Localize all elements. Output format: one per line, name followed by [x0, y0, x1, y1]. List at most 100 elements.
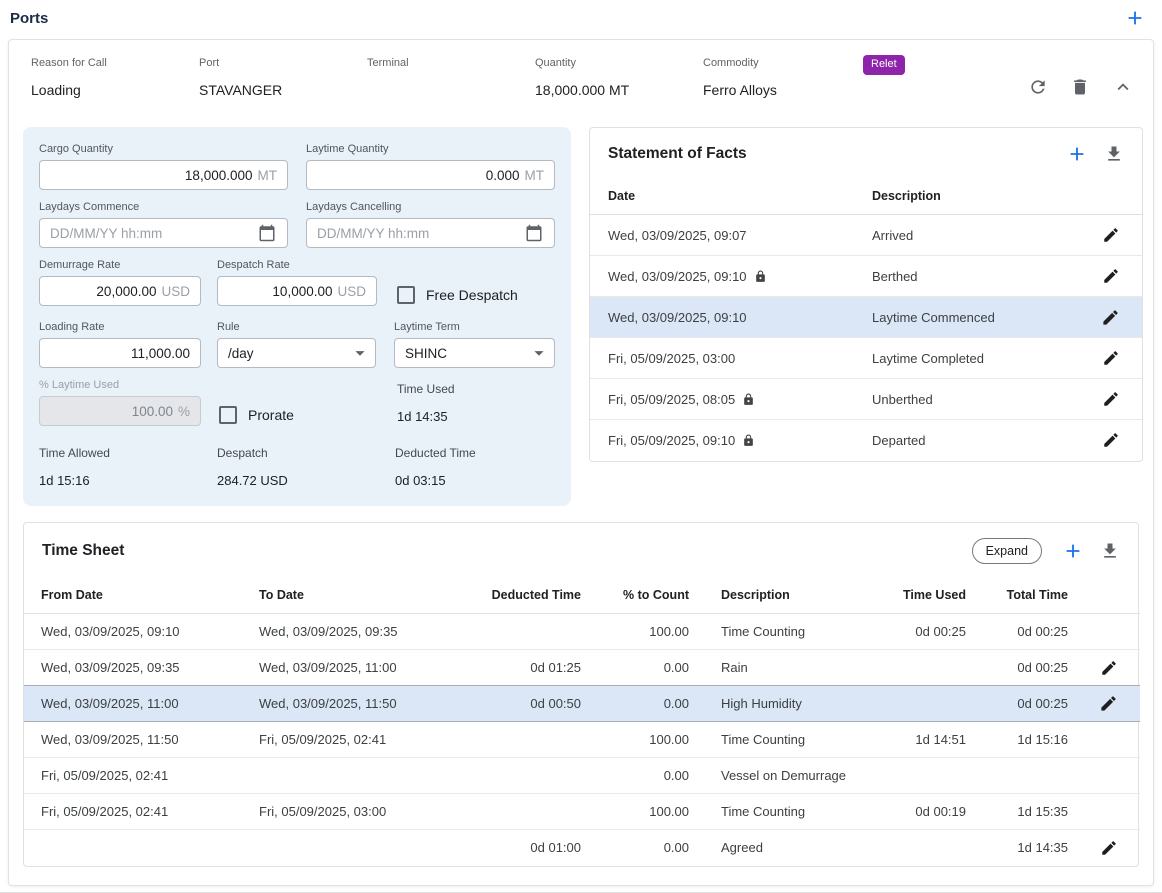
sof-title: Statement of Facts — [608, 145, 747, 163]
free-despatch-label: Free Despatch — [426, 287, 518, 303]
sof-row-description: Laytime Completed — [872, 338, 1070, 379]
despatch-value: 284.72 USD — [217, 473, 395, 488]
sof-row-date: Wed, 03/09/2025, 09:10 — [590, 256, 872, 297]
commodity-label: Commodity — [703, 57, 863, 69]
laytime-quantity-input[interactable]: MT — [306, 160, 555, 190]
laytime-term-field: Laytime Term SHINC — [394, 321, 555, 368]
cargo-quantity-input[interactable]: MT — [39, 160, 288, 190]
despatch-rate-unit: USD — [337, 284, 366, 299]
loading-rate-value[interactable] — [50, 346, 190, 361]
laytime-form-panel: Cargo Quantity MT Laytime Quantity MT — [23, 127, 571, 506]
sof-edit-button[interactable] — [1100, 429, 1122, 451]
sof-row-description: Departed — [872, 420, 1070, 461]
free-despatch-checkbox-row[interactable]: Free Despatch — [397, 280, 518, 310]
sof-edit-button[interactable] — [1100, 347, 1122, 369]
sof-row-date: Wed, 03/09/2025, 09:07 — [590, 215, 872, 256]
laytime-quantity-value[interactable] — [317, 168, 520, 183]
sof-row[interactable]: Fri, 05/09/2025, 03:00 Laytime Completed — [590, 338, 1142, 379]
collapse-port-button[interactable] — [1109, 73, 1137, 101]
calendar-icon — [525, 224, 543, 242]
laydays-cancelling-value[interactable] — [317, 226, 518, 241]
port-field: Port STAVANGER — [191, 57, 359, 98]
timesheet-expand-button[interactable]: Expand — [972, 538, 1042, 564]
demurrage-rate-input[interactable]: USD — [39, 276, 201, 306]
rule-field: Rule /day — [217, 321, 376, 368]
sof-edit-button[interactable] — [1100, 224, 1122, 246]
timesheet-row[interactable]: Fri, 05/09/2025, 02:41 Fri, 05/09/2025, … — [24, 794, 1140, 830]
timesheet-table: From Date To Date Deducted Time % to Cou… — [24, 577, 1140, 866]
port-label: Port — [199, 57, 359, 69]
despatch-rate-input[interactable]: USD — [217, 276, 377, 306]
sof-table: Date Description Wed, 03/09/2025, 09:07 … — [590, 178, 1142, 461]
sof-row[interactable]: Fri, 05/09/2025, 08:05 Unberthed — [590, 379, 1142, 420]
lock-icon — [742, 393, 755, 406]
loading-rate-input[interactable] — [39, 338, 201, 368]
edit-icon — [1102, 390, 1120, 408]
download-icon — [1100, 541, 1120, 561]
despatch-rate-value[interactable] — [228, 284, 332, 299]
cargo-quantity-unit: MT — [258, 168, 278, 183]
plus-icon — [1124, 7, 1146, 29]
prorate-checkbox[interactable] — [219, 406, 237, 424]
timesheet-download-button[interactable] — [1100, 541, 1120, 561]
timesheet-add-button[interactable] — [1062, 540, 1084, 562]
timesheet-row[interactable]: Wed, 03/09/2025, 11:50 Fri, 05/09/2025, … — [24, 722, 1140, 758]
timesheet-row[interactable]: Fri, 05/09/2025, 02:41 0.00 Vessel on De… — [24, 758, 1140, 794]
timesheet-row[interactable]: 0d 01:00 0.00 Agreed 1d 14:35 — [24, 830, 1140, 866]
ts-col-description: Description — [689, 577, 866, 614]
laydays-commence-calendar-button[interactable] — [257, 223, 277, 243]
timesheet-row[interactable]: Wed, 03/09/2025, 09:35 Wed, 03/09/2025, … — [24, 650, 1140, 686]
timesheet-row[interactable]: Wed, 03/09/2025, 11:00 Wed, 03/09/2025, … — [24, 686, 1140, 722]
ts-col-pct: % to Count — [581, 577, 689, 614]
sof-header: Statement of Facts — [590, 128, 1142, 178]
edit-icon — [1101, 308, 1120, 327]
sof-row[interactable]: Wed, 03/09/2025, 09:10 Berthed — [590, 256, 1142, 297]
laydays-commence-input[interactable] — [39, 218, 288, 248]
sof-row[interactable]: Wed, 03/09/2025, 09:07 Arrived — [590, 215, 1142, 256]
terminal-field: Terminal — [359, 57, 527, 98]
sof-row[interactable]: Wed, 03/09/2025, 09:10 Laytime Commenced — [590, 297, 1142, 338]
demurrage-rate-value[interactable] — [50, 284, 156, 299]
sof-edit-button[interactable] — [1100, 265, 1122, 287]
delete-port-button[interactable] — [1067, 74, 1093, 100]
add-port-button[interactable] — [1124, 7, 1146, 29]
ts-col-to: To Date — [259, 577, 469, 614]
sof-add-button[interactable] — [1066, 143, 1088, 165]
sof-row[interactable]: Fri, 05/09/2025, 09:10 Departed — [590, 420, 1142, 461]
laytime-term-select[interactable]: SHINC — [394, 338, 555, 368]
sof-edit-button[interactable] — [1099, 306, 1122, 329]
chevron-down-icon — [528, 342, 550, 364]
timesheet-edit-button[interactable] — [1097, 692, 1120, 715]
time-used-stat: Time Used 1d 14:35 — [397, 382, 455, 430]
rule-select[interactable]: /day — [217, 338, 376, 368]
commodity-field: Commodity Ferro Alloys — [695, 57, 863, 98]
time-allowed-stat: Time Allowed 1d 15:16 — [39, 446, 217, 488]
prorate-checkbox-row[interactable]: Prorate — [219, 400, 379, 430]
timesheet-edit-button[interactable] — [1098, 657, 1120, 679]
lock-icon — [742, 434, 755, 447]
page-title: Ports — [10, 10, 48, 27]
timesheet-edit-button[interactable] — [1098, 837, 1120, 859]
lock-icon — [754, 270, 767, 283]
cargo-quantity-label: Cargo Quantity — [39, 143, 288, 155]
sof-download-button[interactable] — [1104, 144, 1124, 164]
sof-edit-button[interactable] — [1100, 388, 1122, 410]
laydays-commence-value[interactable] — [50, 226, 251, 241]
reason-for-call-field: Reason for Call Loading — [23, 57, 191, 98]
laydays-cancelling-calendar-button[interactable] — [524, 223, 544, 243]
free-despatch-checkbox[interactable] — [397, 286, 415, 304]
sof-row-date: Fri, 05/09/2025, 03:00 — [590, 338, 872, 379]
cargo-quantity-value[interactable] — [50, 168, 253, 183]
recalculate-button[interactable] — [1025, 74, 1051, 100]
laydays-cancelling-input[interactable] — [306, 218, 555, 248]
laytime-term-value: SHINC — [405, 346, 447, 361]
timesheet-row[interactable]: Wed, 03/09/2025, 09:10 Wed, 03/09/2025, … — [24, 614, 1140, 650]
sof-col-description: Description — [872, 178, 1070, 215]
laytime-term-label: Laytime Term — [394, 321, 555, 333]
calendar-icon — [258, 224, 276, 242]
relet-badge: Relet — [863, 55, 905, 75]
plus-icon — [1066, 143, 1088, 165]
sof-row-date: Fri, 05/09/2025, 09:10 — [590, 420, 872, 461]
quantity-value: 18,000.000 MT — [535, 82, 695, 98]
terminal-label: Terminal — [367, 57, 527, 69]
